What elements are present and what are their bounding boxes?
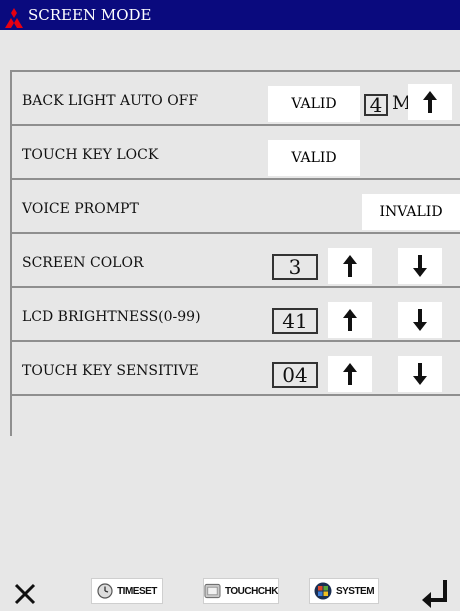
touch-key-lock-valid-button[interactable]: VALID bbox=[268, 140, 360, 176]
page-title: SCREEN MODE bbox=[28, 6, 152, 24]
lcd-brightness-up-button[interactable] bbox=[328, 302, 372, 338]
touch-screen-icon bbox=[204, 583, 221, 599]
lcd-brightness-value[interactable]: 41 bbox=[272, 308, 318, 334]
settings-panel: BACK LIGHT AUTO OFF VALID 4 M TOUCH KEY … bbox=[10, 70, 460, 436]
enter-return-icon[interactable] bbox=[420, 578, 450, 608]
touch-key-sensitive-label: TOUCH KEY SENSITIVE bbox=[22, 363, 199, 379]
voice-prompt-invalid-button[interactable]: INVALID bbox=[362, 194, 460, 230]
arrow-up-icon bbox=[423, 91, 437, 113]
row-backlight-auto-off: BACK LIGHT AUTO OFF VALID 4 M bbox=[12, 72, 460, 126]
backlight-minutes-value[interactable]: 4 bbox=[364, 93, 388, 117]
touch-key-sensitive-down-button[interactable] bbox=[398, 356, 442, 392]
row-touch-key-sensitive: TOUCH KEY SENSITIVE 04 bbox=[12, 342, 460, 396]
screen-color-label: SCREEN COLOR bbox=[22, 255, 144, 271]
voice-prompt-label: VOICE PROMPT bbox=[22, 201, 139, 217]
system-label: SYSTEM bbox=[335, 585, 375, 597]
screen-color-down-button[interactable] bbox=[398, 248, 442, 284]
backlight-label: BACK LIGHT AUTO OFF bbox=[22, 93, 199, 109]
windows-logo-icon bbox=[314, 582, 332, 600]
lcd-brightness-down-button[interactable] bbox=[398, 302, 442, 338]
row-screen-color: SCREEN COLOR 3 bbox=[12, 234, 460, 288]
arrow-up-icon bbox=[343, 363, 357, 385]
arrow-up-icon bbox=[343, 255, 357, 277]
arrow-down-icon bbox=[413, 363, 427, 385]
row-touch-key-lock: TOUCH KEY LOCK VALID bbox=[12, 126, 460, 180]
row-voice-prompt: VOICE PROMPT INVALID bbox=[12, 180, 460, 234]
arrow-up-icon bbox=[343, 309, 357, 331]
close-icon[interactable] bbox=[13, 582, 37, 606]
arrow-down-icon bbox=[413, 309, 427, 331]
system-button[interactable]: SYSTEM bbox=[309, 578, 379, 604]
arrow-down-icon bbox=[413, 255, 427, 277]
row-lcd-brightness: LCD BRIGHTNESS(0-99) 41 bbox=[12, 288, 460, 342]
screen-color-up-button[interactable] bbox=[328, 248, 372, 284]
touchchk-label: TOUCHCHK bbox=[224, 585, 279, 597]
mitsubishi-logo-icon bbox=[5, 8, 23, 28]
clock-icon bbox=[97, 583, 113, 599]
backlight-valid-button[interactable]: VALID bbox=[268, 86, 360, 122]
bottom-toolbar: TIMESET TOUCHCHK SYSTEM bbox=[0, 560, 460, 611]
lcd-brightness-label: LCD BRIGHTNESS(0-99) bbox=[22, 309, 201, 325]
touch-key-sensitive-value[interactable]: 04 bbox=[272, 362, 318, 388]
backlight-up-button[interactable] bbox=[408, 84, 452, 120]
screen-color-value[interactable]: 3 bbox=[272, 254, 318, 280]
touch-key-lock-label: TOUCH KEY LOCK bbox=[22, 147, 159, 163]
timeset-button[interactable]: TIMESET bbox=[91, 578, 163, 604]
title-bar: SCREEN MODE bbox=[0, 0, 460, 30]
timeset-label: TIMESET bbox=[117, 585, 157, 597]
touch-key-sensitive-up-button[interactable] bbox=[328, 356, 372, 392]
touchchk-button[interactable]: TOUCHCHK bbox=[203, 578, 279, 604]
